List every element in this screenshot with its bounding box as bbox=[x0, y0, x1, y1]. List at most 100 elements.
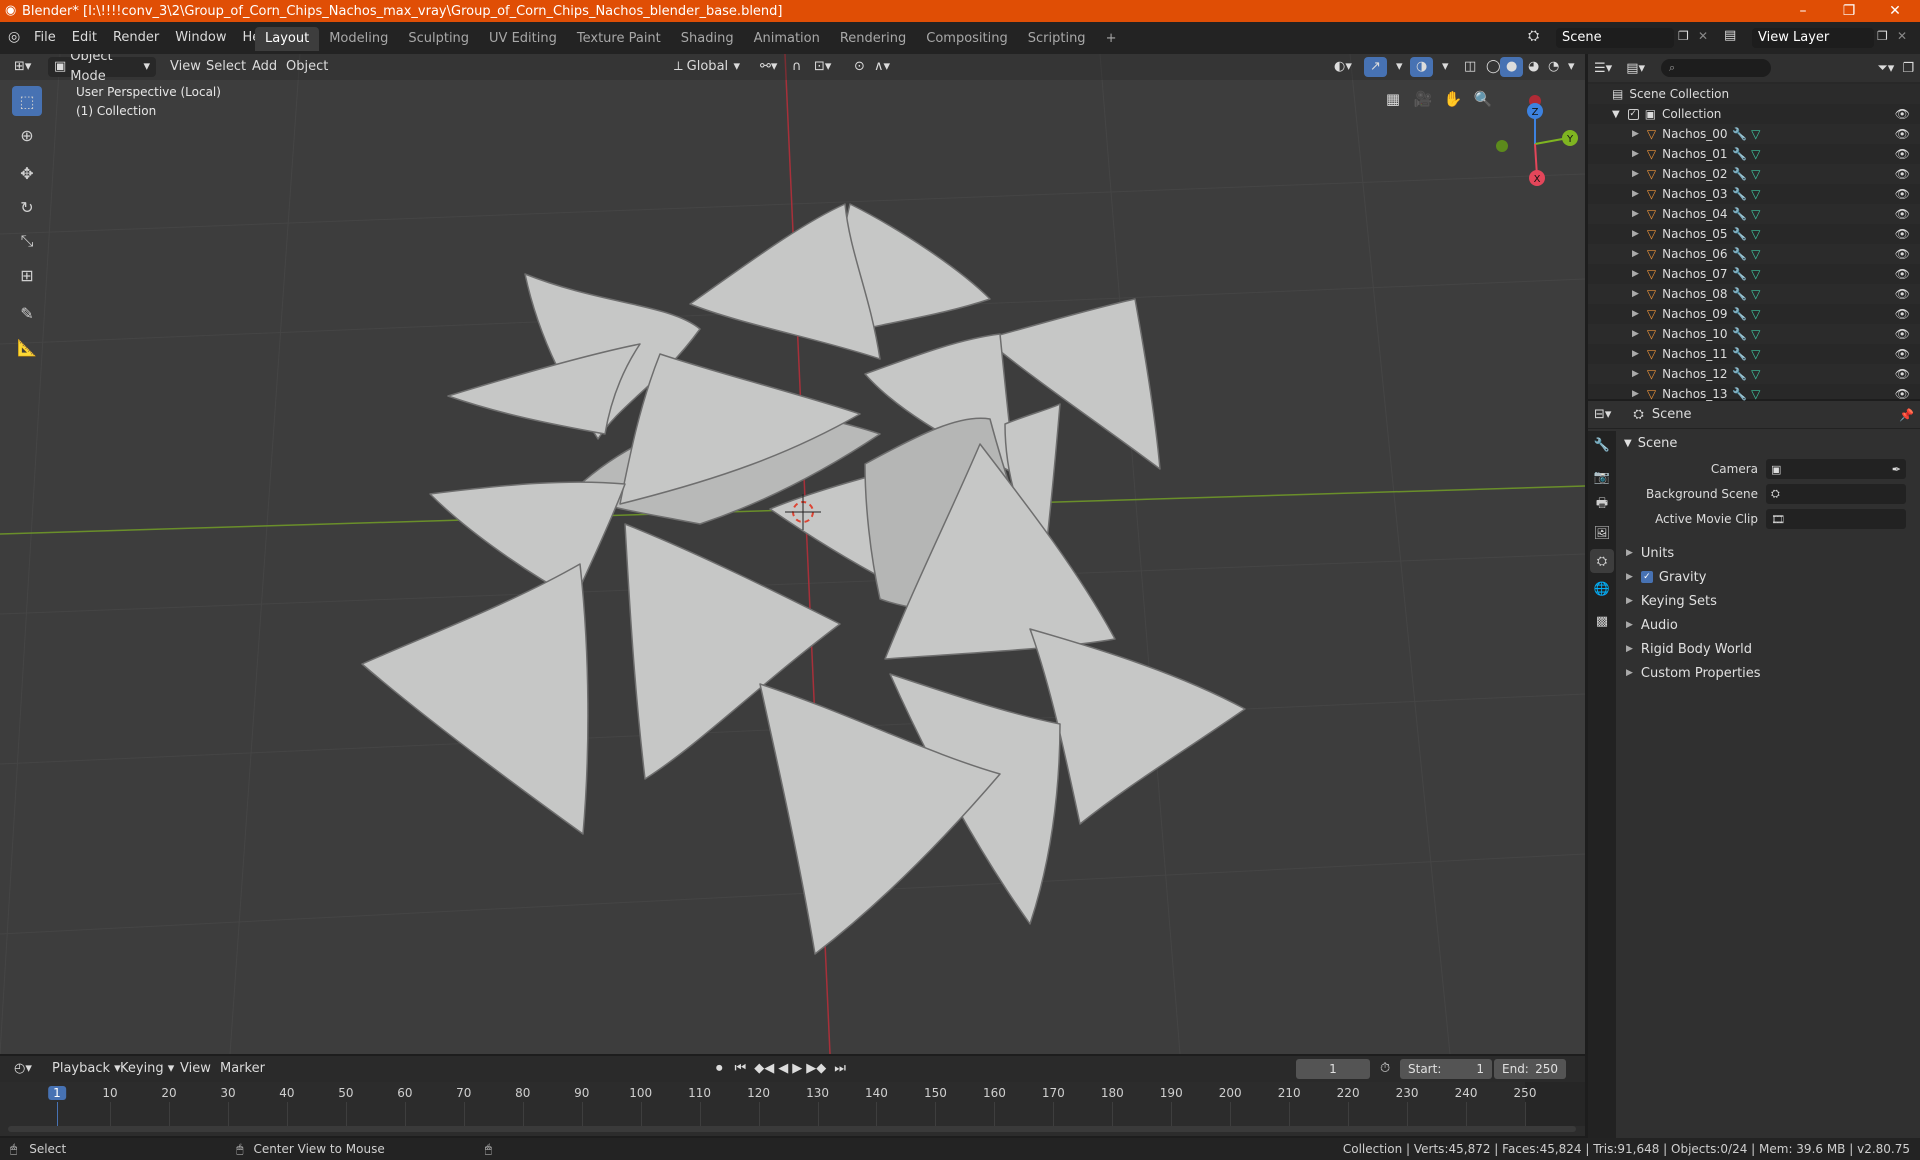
chevron-down-icon[interactable]: ▾ bbox=[1562, 57, 1581, 77]
subpanel-rigid-body-world[interactable]: ▶ Rigid Body World bbox=[1620, 637, 1918, 661]
mode-selector[interactable]: ▣ Object Mode ▾ bbox=[48, 54, 156, 84]
new-collection-icon[interactable]: ❐ bbox=[1902, 61, 1914, 76]
properties-editor-icon[interactable]: ⊟▾ bbox=[1594, 407, 1611, 422]
mesh-data-icon[interactable]: ▽ bbox=[1751, 267, 1760, 281]
eye-icon[interactable]: 👁 bbox=[1895, 307, 1910, 321]
minimize-button[interactable]: – bbox=[1780, 0, 1826, 22]
camera-field[interactable]: ▣ ✒ bbox=[1766, 459, 1906, 479]
expand-arrow-icon[interactable]: ▶ bbox=[1632, 129, 1639, 139]
tab-shading[interactable]: Shading bbox=[671, 27, 744, 51]
tab-sculpting[interactable]: Sculpting bbox=[398, 27, 479, 51]
modifier-wrench-icon[interactable]: 🔧 bbox=[1732, 227, 1747, 241]
background-scene-field[interactable]: ⛭ bbox=[1766, 484, 1906, 504]
mesh-data-icon[interactable]: ▽ bbox=[1751, 327, 1760, 341]
nacho-chip[interactable] bbox=[1029, 628, 1246, 825]
mesh-data-icon[interactable]: ▽ bbox=[1751, 127, 1760, 141]
transform-tool-icon[interactable]: ⊞ bbox=[12, 260, 42, 290]
overlay-toggle-icon[interactable]: ◑ bbox=[1410, 57, 1434, 77]
pivot-icon[interactable]: ⚯▾ bbox=[754, 57, 783, 77]
eye-icon[interactable]: 👁 bbox=[1895, 127, 1910, 141]
expand-arrow-icon[interactable]: ▶ bbox=[1632, 169, 1639, 179]
modifier-wrench-icon[interactable]: 🔧 bbox=[1732, 267, 1747, 281]
tab-modeling[interactable]: Modeling bbox=[319, 27, 398, 51]
checkbox-icon[interactable]: ✓ bbox=[1627, 108, 1639, 120]
expand-arrow-icon[interactable]: ▶ bbox=[1632, 349, 1639, 359]
falloff-icon[interactable]: ∧▾ bbox=[868, 57, 896, 77]
scale-tool-icon[interactable]: ⤡ bbox=[12, 226, 42, 256]
eyedropper-icon[interactable]: ✒ bbox=[1892, 463, 1901, 476]
menu-timeline-view[interactable]: View bbox=[174, 1059, 217, 1079]
timeline-editor-icon[interactable]: ◴▾ bbox=[8, 1059, 38, 1079]
expand-arrow-icon[interactable]: ▶ bbox=[1632, 209, 1639, 219]
move-tool-icon[interactable]: ✥ bbox=[12, 158, 42, 188]
outliner-object-row[interactable]: ▶ ▽ Nachos_06 🔧 ▽ 👁 bbox=[1588, 244, 1920, 264]
timeline-scrollbar[interactable] bbox=[8, 1126, 1576, 1132]
eye-icon[interactable]: 👁 bbox=[1895, 167, 1910, 181]
modifier-wrench-icon[interactable]: 🔧 bbox=[1732, 287, 1747, 301]
mesh-data-icon[interactable]: ▽ bbox=[1751, 387, 1760, 401]
snap-icon[interactable]: ∩ bbox=[786, 57, 808, 77]
menu-file[interactable]: File bbox=[26, 27, 64, 49]
start-frame-field[interactable]: Start: 1 bbox=[1400, 1059, 1492, 1079]
view-layer-tab-icon[interactable]: 🖼 bbox=[1590, 521, 1614, 545]
expand-arrow-icon[interactable]: ▶ bbox=[1632, 369, 1639, 379]
expand-arrow-icon[interactable]: ▶ bbox=[1632, 149, 1639, 159]
eye-icon[interactable]: 👁 bbox=[1895, 147, 1910, 161]
mesh-data-icon[interactable]: ▽ bbox=[1751, 247, 1760, 261]
output-tab-icon[interactable]: 🖶 bbox=[1590, 493, 1614, 517]
scene-panel-header[interactable]: ▼ Scene bbox=[1620, 431, 1918, 455]
jump-end-icon[interactable]: ⏭ bbox=[828, 1059, 852, 1079]
world-tab-icon[interactable]: 🌐 bbox=[1590, 577, 1614, 601]
grid-view-icon[interactable]: ▦ bbox=[1380, 86, 1406, 112]
menu-edit[interactable]: Edit bbox=[64, 27, 105, 49]
outliner-editor-icon[interactable]: ☰▾ bbox=[1594, 61, 1612, 76]
gravity-checkbox[interactable]: ✓ bbox=[1640, 571, 1653, 583]
subpanel-gravity[interactable]: ▶ ✓ Gravity bbox=[1620, 565, 1918, 589]
play-reverse-icon[interactable]: ◀ bbox=[776, 1059, 790, 1079]
scene-tab-icon[interactable]: ⛭ bbox=[1590, 549, 1614, 573]
eye-icon[interactable]: 👁 bbox=[1895, 107, 1910, 121]
modifier-wrench-icon[interactable]: 🔧 bbox=[1732, 187, 1747, 201]
tab-compositing[interactable]: Compositing bbox=[916, 27, 1018, 51]
blender-menu-icon[interactable]: ◎ bbox=[8, 29, 20, 45]
camera-view-icon[interactable]: 🎥 bbox=[1410, 86, 1436, 112]
subpanel-custom-properties[interactable]: ▶ Custom Properties bbox=[1620, 661, 1918, 685]
outliner-search-field[interactable]: ⌕ bbox=[1661, 59, 1771, 77]
modifier-wrench-icon[interactable]: 🔧 bbox=[1732, 207, 1747, 221]
modifier-wrench-icon[interactable]: 🔧 bbox=[1732, 167, 1747, 181]
collection-row[interactable]: ▼ ✓ ▣ Collection 👁 bbox=[1588, 104, 1920, 124]
tab-texture-paint[interactable]: Texture Paint bbox=[567, 27, 671, 51]
menu-render[interactable]: Render bbox=[105, 27, 167, 49]
view-layer-selector[interactable]: View Layer bbox=[1752, 28, 1874, 48]
viewport-canvas[interactable] bbox=[0, 54, 1585, 1054]
outliner-object-row[interactable]: ▶ ▽ Nachos_00 🔧 ▽ 👁 bbox=[1588, 124, 1920, 144]
eye-icon[interactable]: 👁 bbox=[1895, 187, 1910, 201]
tool-tab-icon[interactable]: 🔧 bbox=[1590, 433, 1614, 457]
tab-scripting[interactable]: Scripting bbox=[1018, 27, 1096, 51]
next-keyframe-icon[interactable]: ▶◆ bbox=[804, 1059, 828, 1079]
outliner-object-row[interactable]: ▶ ▽ Nachos_09 🔧 ▽ 👁 bbox=[1588, 304, 1920, 324]
outliner-object-row[interactable]: ▶ ▽ Nachos_03 🔧 ▽ 👁 bbox=[1588, 184, 1920, 204]
new-scene-icon[interactable]: ❐ bbox=[1678, 29, 1689, 43]
expand-arrow-icon[interactable]: ▶ bbox=[1632, 309, 1639, 319]
tab-rendering[interactable]: Rendering bbox=[830, 27, 916, 51]
scene-collection-row[interactable]: ▤ Scene Collection bbox=[1588, 84, 1920, 104]
outliner-object-row[interactable]: ▶ ▽ Nachos_12 🔧 ▽ 👁 bbox=[1588, 364, 1920, 384]
menu-select[interactable]: Select bbox=[200, 57, 252, 77]
eye-icon[interactable]: 👁 bbox=[1895, 267, 1910, 281]
visibility-icon[interactable]: ◐▾ bbox=[1328, 57, 1358, 77]
editor-type-icon[interactable]: ⊞▾ bbox=[8, 57, 37, 77]
outliner-object-row[interactable]: ▶ ▽ Nachos_10 🔧 ▽ 👁 bbox=[1588, 324, 1920, 344]
nacho-chip[interactable] bbox=[361, 563, 589, 835]
render-tab-icon[interactable]: 📷 bbox=[1590, 465, 1614, 489]
scene-selector[interactable]: Scene bbox=[1556, 28, 1674, 48]
eye-icon[interactable]: 👁 bbox=[1895, 347, 1910, 361]
eye-icon[interactable]: 👁 bbox=[1895, 287, 1910, 301]
expand-arrow-icon[interactable]: ▶ bbox=[1632, 389, 1639, 399]
rotate-tool-icon[interactable]: ↻ bbox=[12, 192, 42, 222]
outliner-object-row[interactable]: ▶ ▽ Nachos_04 🔧 ▽ 👁 bbox=[1588, 204, 1920, 224]
delete-scene-icon[interactable]: ✕ bbox=[1698, 29, 1708, 43]
tab-animation[interactable]: Animation bbox=[744, 27, 830, 51]
chevron-down-icon[interactable]: ▾ bbox=[1390, 57, 1409, 77]
mesh-data-icon[interactable]: ▽ bbox=[1751, 187, 1760, 201]
